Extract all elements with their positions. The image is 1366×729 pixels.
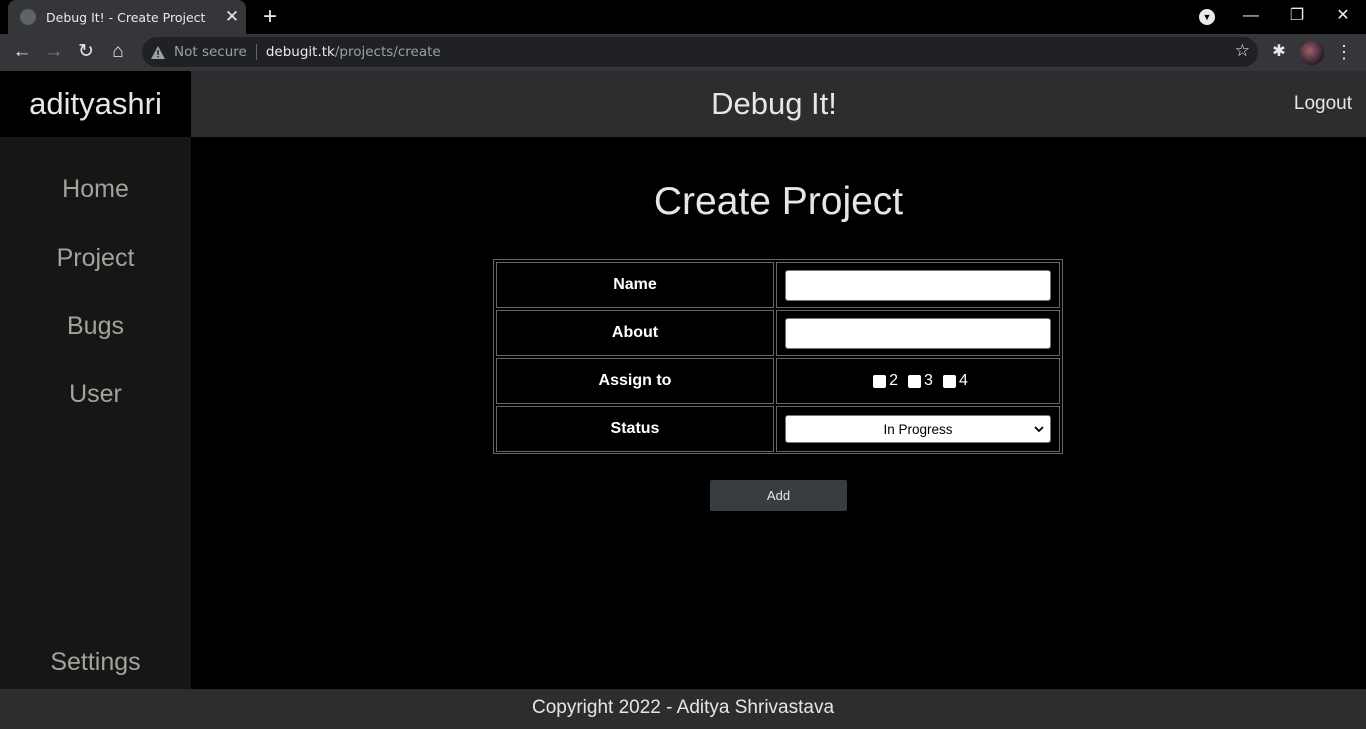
reload-icon[interactable]: ↻ bbox=[72, 38, 100, 66]
footer-copyright: Copyright 2022 - Aditya Shrivastava bbox=[0, 689, 1366, 729]
status-cell: In Progress bbox=[776, 406, 1060, 452]
brand-username: adityashri bbox=[0, 71, 191, 137]
close-tab-icon[interactable]: ✕ bbox=[218, 0, 246, 34]
assign-checkbox-2[interactable] bbox=[873, 374, 887, 388]
bookmark-star-icon[interactable]: ☆ bbox=[1235, 41, 1250, 61]
url-host: debugit.tk bbox=[265, 44, 335, 60]
status-selected-value: In Progress bbox=[883, 421, 953, 437]
sidebar-item-user[interactable]: User bbox=[0, 380, 191, 409]
restore-icon[interactable]: ❐ bbox=[1274, 0, 1320, 34]
form-row-assign: Assign to 2 3 4 bbox=[496, 358, 1060, 404]
close-window-icon[interactable]: ✕ bbox=[1320, 0, 1366, 34]
name-label: Name bbox=[496, 262, 774, 308]
app-title: Debug It! bbox=[711, 86, 837, 121]
assign-checkbox-4[interactable] bbox=[942, 374, 956, 388]
about-input[interactable] bbox=[785, 317, 1051, 349]
divider bbox=[255, 44, 257, 60]
sidebar: Home Project Bugs User Settings bbox=[0, 137, 191, 689]
warning-icon bbox=[150, 44, 166, 60]
assign-option-label: 2 bbox=[889, 372, 899, 389]
sidebar-item-bugs[interactable]: Bugs bbox=[0, 312, 191, 341]
chevron-down-icon bbox=[1033, 422, 1045, 436]
forward-icon[interactable]: → bbox=[40, 38, 68, 66]
sidebar-item-project[interactable]: Project bbox=[0, 244, 191, 273]
browser-tab[interactable]: Debug It! - Create Project ✕ bbox=[8, 0, 246, 34]
about-cell bbox=[776, 310, 1060, 356]
logout-link[interactable]: Logout bbox=[1294, 71, 1352, 137]
address-bar[interactable]: Not secure debugit.tk/projects/create ☆ bbox=[142, 37, 1258, 67]
status-select[interactable]: In Progress bbox=[785, 415, 1051, 443]
assign-option-label: 3 bbox=[924, 372, 933, 389]
page-title: Create Project bbox=[653, 180, 904, 223]
assign-cell: 2 3 4 bbox=[776, 358, 1060, 404]
create-project-form: Name About Assign to 2 3 4 Status In Pro… bbox=[493, 259, 1063, 454]
assign-checkbox-3[interactable] bbox=[908, 374, 922, 388]
sidebar-item-settings[interactable]: Settings bbox=[0, 648, 191, 677]
home-icon[interactable]: ⌂ bbox=[104, 38, 132, 66]
minimize-icon[interactable]: — bbox=[1228, 0, 1274, 34]
about-label: About bbox=[496, 310, 774, 356]
assign-option-label: 4 bbox=[958, 372, 968, 389]
tab-title: Debug It! - Create Project bbox=[46, 9, 206, 25]
form-row-status: Status In Progress bbox=[496, 406, 1060, 452]
browser-toolbar: ← → ↻ ⌂ Not secure debugit.tk/projects/c… bbox=[0, 34, 1366, 71]
form-row-name: Name bbox=[496, 262, 1060, 308]
new-tab-button[interactable]: + bbox=[256, 4, 284, 30]
security-indicator[interactable]: Not secure bbox=[174, 44, 247, 60]
extensions-icon[interactable]: ✱ bbox=[1268, 41, 1290, 61]
tab-search-icon[interactable]: ▼ bbox=[1199, 9, 1215, 25]
globe-icon bbox=[20, 9, 36, 25]
avatar[interactable] bbox=[1300, 41, 1324, 65]
browser-menu-icon[interactable]: ⋮ bbox=[1334, 37, 1354, 67]
name-cell bbox=[776, 262, 1060, 308]
browser-tabstrip: Debug It! - Create Project ✕ + ▼ — ❐ ✕ bbox=[0, 0, 1366, 34]
back-icon[interactable]: ← bbox=[8, 38, 36, 66]
add-button[interactable]: Add bbox=[710, 480, 847, 511]
form-row-about: About bbox=[496, 310, 1060, 356]
sidebar-item-home[interactable]: Home bbox=[0, 175, 191, 204]
assign-label: Assign to bbox=[496, 358, 774, 404]
url-path: /projects/create bbox=[334, 44, 441, 60]
top-header: Debug It! Logout bbox=[191, 71, 1366, 137]
status-label: Status bbox=[496, 406, 774, 452]
name-input[interactable] bbox=[785, 269, 1051, 301]
assign-checkboxes: 2 3 4 bbox=[868, 372, 968, 390]
